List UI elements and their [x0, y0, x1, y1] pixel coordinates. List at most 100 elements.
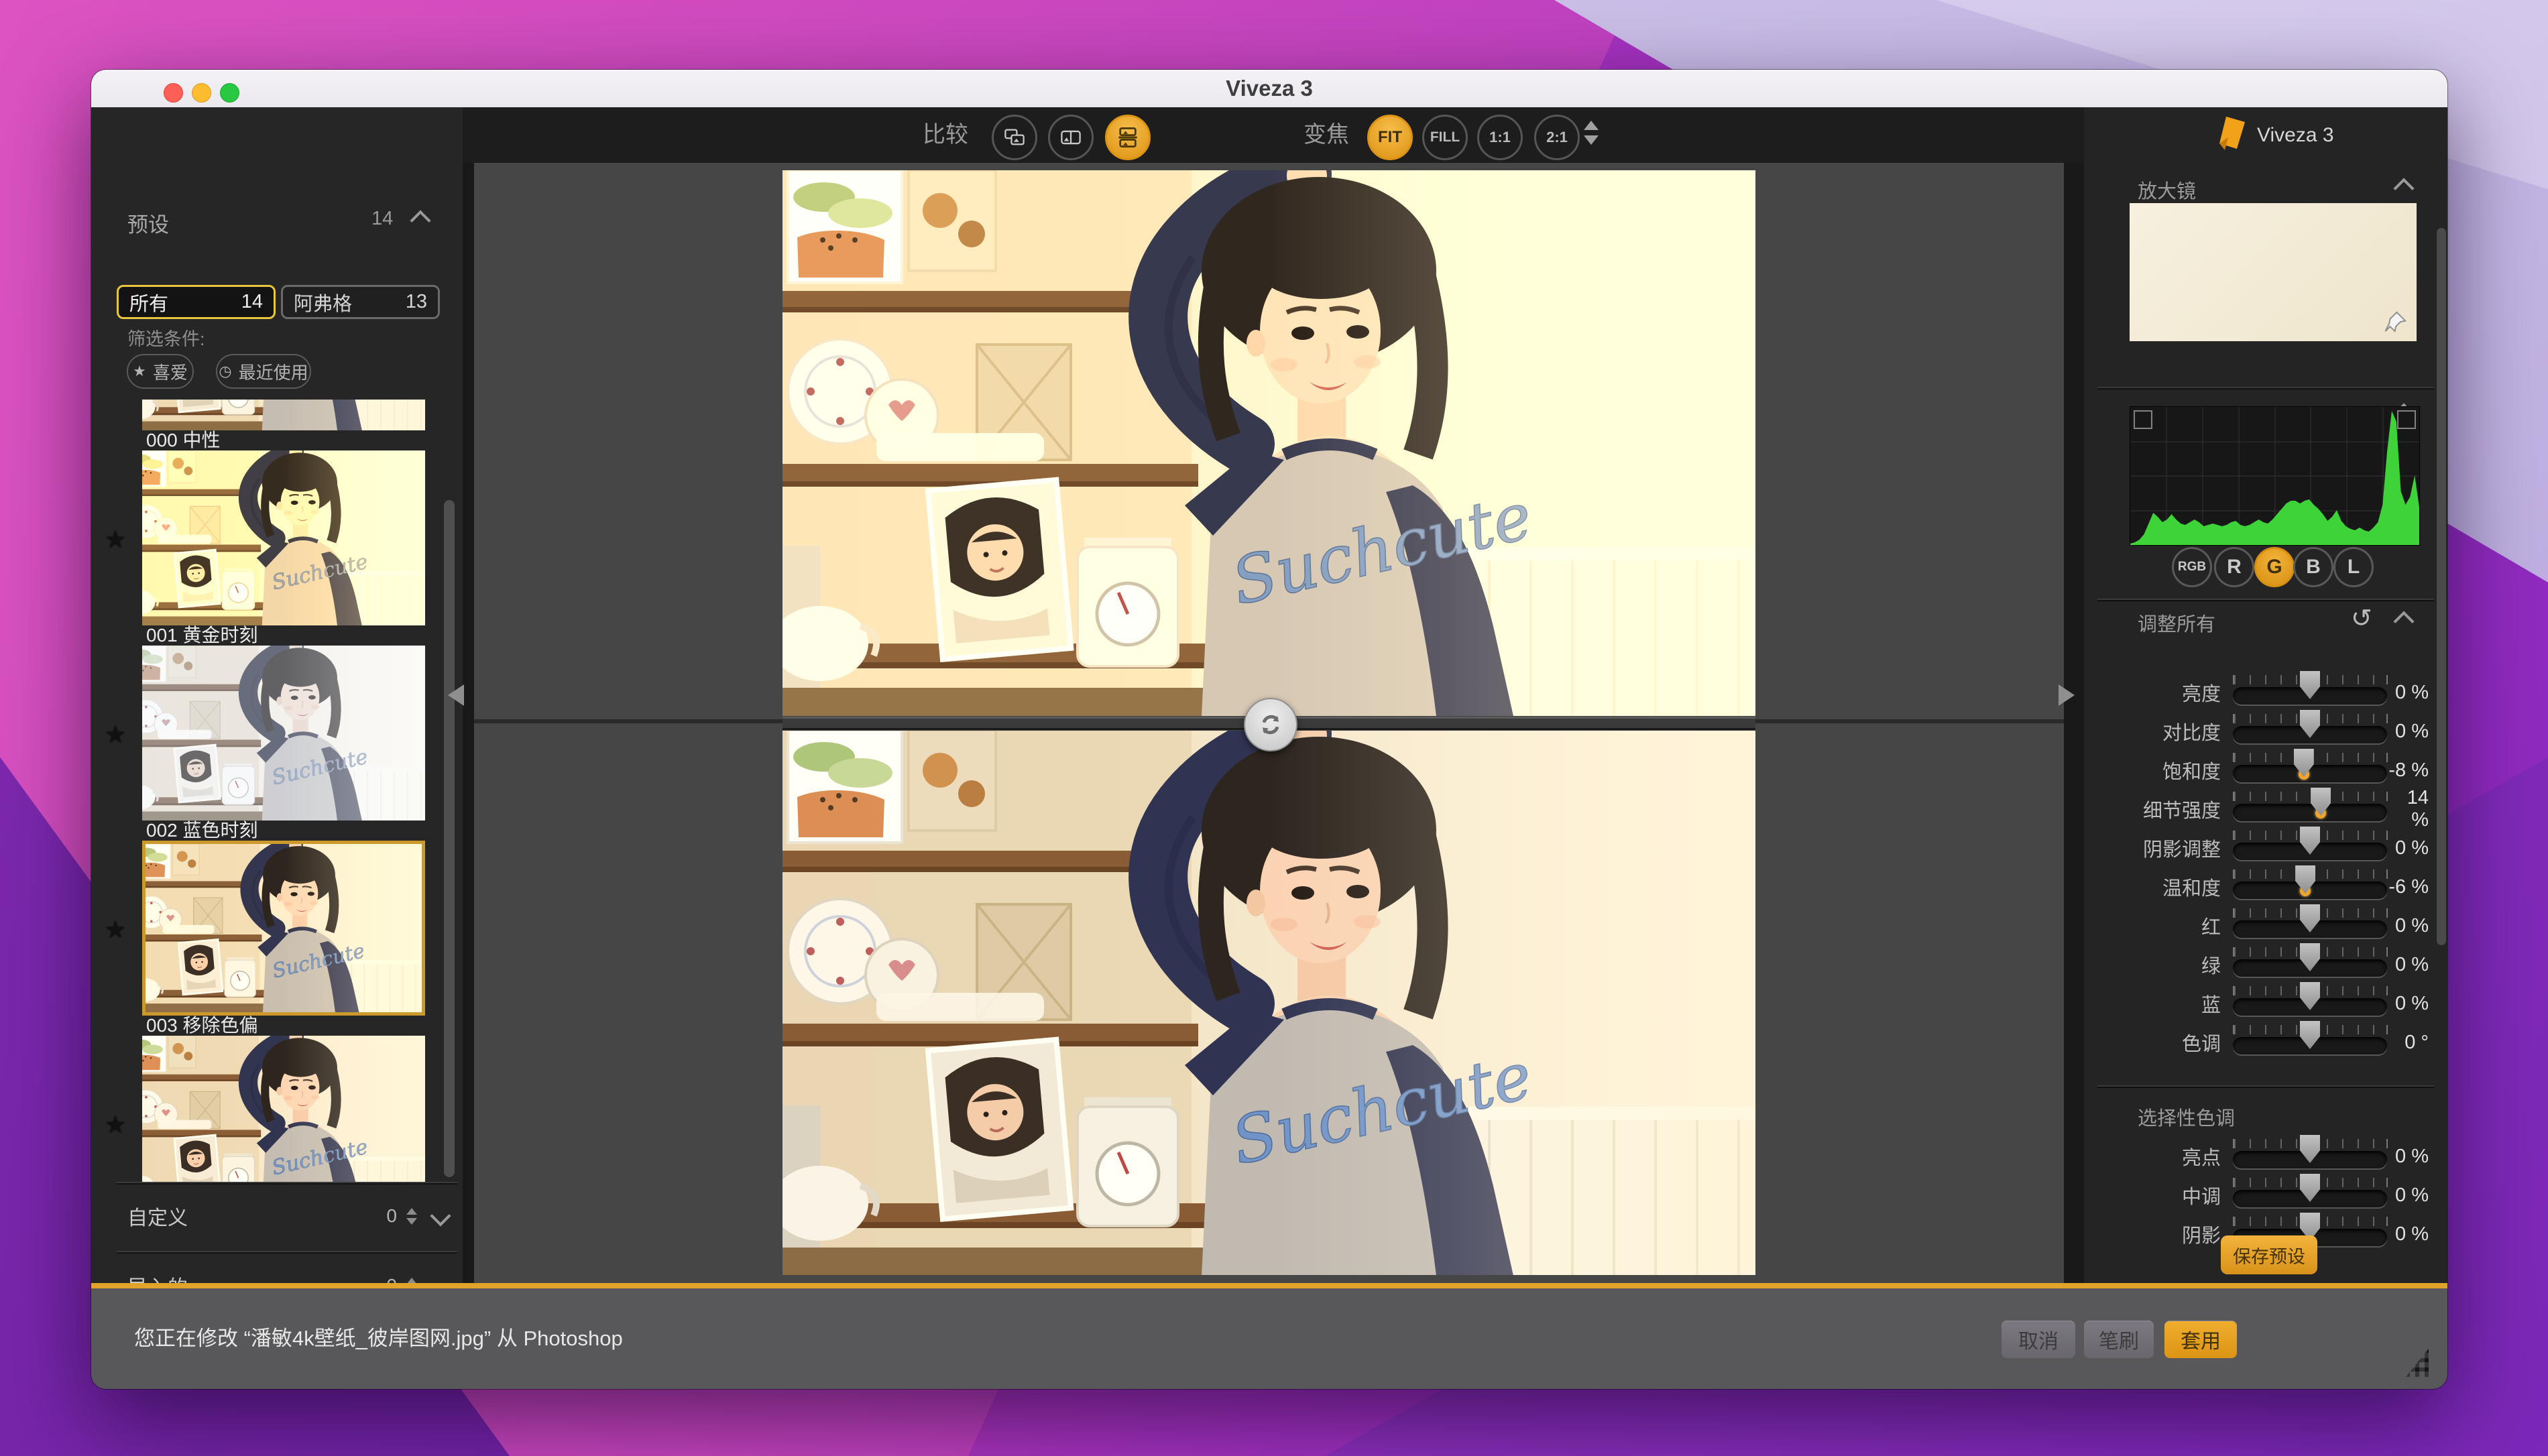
preset-thumbnail[interactable] — [142, 1036, 425, 1182]
preset-name: 000 中性 — [142, 430, 425, 450]
app-window: Viveza 3 比较 变焦 FIT FILL 1:1 2:1 — [91, 70, 2447, 1389]
preset-item-004[interactable]: ★ — [142, 1036, 425, 1182]
divider — [2097, 599, 2434, 600]
shadow-clip-toggle[interactable] — [2134, 410, 2152, 429]
compare-side-by-side-button[interactable] — [1048, 115, 1094, 160]
compare-split-horizontal-icon — [1116, 126, 1139, 149]
collapse-adjust-icon[interactable] — [2393, 611, 2414, 631]
divider — [2097, 1085, 2434, 1087]
collapse-panel-arrow[interactable] — [2059, 684, 2075, 706]
filter-recent-pill[interactable]: ◷ 最近使用 — [216, 354, 311, 389]
channel-g-button[interactable]: G — [2254, 547, 2295, 587]
channel-b-button[interactable]: B — [2293, 547, 2333, 587]
tab-category[interactable]: 阿弗格 13 — [281, 285, 440, 319]
slider-label: 阴影调整 — [2089, 834, 2221, 862]
image-pane-before[interactable] — [783, 170, 1755, 716]
tab-all-presets[interactable]: 所有 14 — [117, 285, 276, 319]
collapse-sidebar-arrow[interactable] — [448, 684, 464, 706]
preset-item-000[interactable]: ★ 000 中性 — [142, 400, 425, 450]
zoom-fill-button[interactable]: FILL — [1422, 115, 1468, 160]
save-preset-button[interactable]: 保存预设 — [2221, 1235, 2317, 1274]
preset-name: 001 黄金时刻 — [142, 625, 425, 646]
slider-label: 亮度 — [2089, 678, 2221, 707]
titlebar[interactable]: Viveza 3 — [91, 70, 2447, 108]
channel-l-button[interactable]: L — [2333, 547, 2374, 587]
preset-thumbnail[interactable] — [142, 450, 425, 625]
slider-hue[interactable]: 色调 0 ° — [2089, 1018, 2429, 1067]
apply-button[interactable]: 套用 — [2164, 1321, 2237, 1358]
pill-label: 喜爱 — [153, 359, 188, 384]
zoom-2to1-button[interactable]: 2:1 — [1534, 115, 1580, 160]
step-up-icon — [1584, 121, 1599, 130]
slider-groove[interactable] — [2233, 804, 2387, 821]
filter-favorites-pill[interactable]: ★ 喜爱 — [127, 354, 194, 389]
favorite-star-icon[interactable]: ★ — [105, 916, 126, 944]
presets-count: 14 — [371, 208, 393, 230]
collapse-loupe-icon[interactable] — [2393, 178, 2414, 198]
pin-icon[interactable] — [2384, 310, 2407, 333]
preset-thumbnail[interactable] — [142, 646, 425, 821]
compare-label: 比较 — [923, 107, 968, 163]
slider-track[interactable] — [2233, 1018, 2387, 1067]
slider-label: 蓝 — [2089, 989, 2221, 1018]
tab-label: 阿弗格 — [294, 288, 352, 316]
custom-count: 0 — [386, 1205, 397, 1227]
preset-thumbnail[interactable] — [142, 400, 425, 430]
swap-arrows-icon — [1256, 710, 1285, 739]
divider — [2097, 387, 2434, 388]
reset-icon[interactable]: ↺ — [2351, 603, 2372, 633]
zoom-fit-button[interactable]: FIT — [1367, 115, 1413, 160]
favorite-star-icon[interactable]: ★ — [105, 526, 126, 554]
brush-button[interactable]: 笔刷 — [2084, 1321, 2154, 1358]
favorite-star-icon[interactable]: ★ — [105, 1111, 126, 1139]
slider-label: 细节强度 — [2089, 795, 2221, 823]
custom-presets-row[interactable]: 自定义 0 — [117, 1189, 457, 1243]
sidebar-scrollbar[interactable] — [444, 500, 455, 1177]
step-down-icon — [406, 1218, 417, 1225]
slider-value: -6 % — [2387, 876, 2429, 898]
preset-item-003-selected[interactable]: ★ 003 移除色偏 — [142, 841, 425, 1036]
tab-count: 13 — [406, 291, 427, 313]
compare-single-button[interactable] — [992, 115, 1037, 160]
slider-label: 亮点 — [2089, 1142, 2221, 1170]
slider-label: 对比度 — [2089, 717, 2221, 745]
slider-value: 0 % — [2387, 993, 2429, 1015]
image-pane-after[interactable] — [783, 731, 1755, 1275]
slider-label: 绿 — [2089, 951, 2221, 979]
channel-rgb-button[interactable]: RGB — [2172, 547, 2212, 587]
adjustments-panel: Viveza 3 放大镜 直方图 RGB R G B L 调整所有 ↺ — [2084, 107, 2447, 1283]
preset-item-002[interactable]: ★ 002 蓝色时刻 — [142, 646, 425, 841]
presets-header: 预设 — [127, 208, 169, 238]
preset-name: 003 移除色偏 — [142, 1016, 425, 1036]
highlight-clip-toggle[interactable] — [2397, 410, 2416, 429]
preset-list[interactable]: ★ 000 中性 ★ 001 黄金时刻 ★ 002 蓝色时刻 ★ — [91, 400, 463, 1182]
preset-thumbnail-selected[interactable] — [142, 841, 425, 1016]
slider-label: 饱和度 — [2089, 756, 2221, 784]
preset-item-001[interactable]: ★ 001 黄金时刻 — [142, 450, 425, 646]
tab-label: 所有 — [129, 288, 168, 316]
count-stepper[interactable] — [406, 1208, 417, 1225]
window-title: Viveza 3 — [91, 70, 2447, 107]
loupe-preview[interactable] — [2130, 203, 2417, 341]
history-clock-icon: ◷ — [219, 363, 231, 380]
favorite-star-icon[interactable]: ★ — [105, 721, 126, 749]
footer-bar: 您正在修改 “潘敏4k壁纸_彼岸图网.jpg” 从 Photoshop 取消 笔… — [91, 1283, 2447, 1389]
compare-top-bottom-button[interactable] — [1105, 115, 1151, 160]
zoom-stepper[interactable] — [1584, 121, 1599, 145]
histogram — [2130, 406, 2420, 546]
channel-r-button[interactable]: R — [2214, 547, 2254, 587]
filter-label: 筛选条件: — [127, 324, 205, 351]
cancel-button[interactable]: 取消 — [2002, 1321, 2075, 1358]
collapse-presets-icon[interactable] — [410, 210, 430, 231]
slider-label: 阴影 — [2089, 1220, 2221, 1248]
expand-custom-icon[interactable] — [430, 1205, 451, 1226]
slider-value: 0 % — [2387, 1146, 2429, 1168]
slider-value: 0 % — [2387, 1185, 2429, 1207]
panel-scrollbar[interactable] — [2437, 228, 2446, 945]
zoom-1to1-button[interactable]: 1:1 — [1477, 115, 1523, 160]
split-swap-handle[interactable] — [1244, 698, 1297, 751]
resize-grip[interactable] — [2406, 1349, 2429, 1377]
step-up-icon — [406, 1208, 417, 1215]
slider-value: -8 % — [2387, 760, 2429, 782]
slider-value: 0 ° — [2387, 1032, 2429, 1054]
